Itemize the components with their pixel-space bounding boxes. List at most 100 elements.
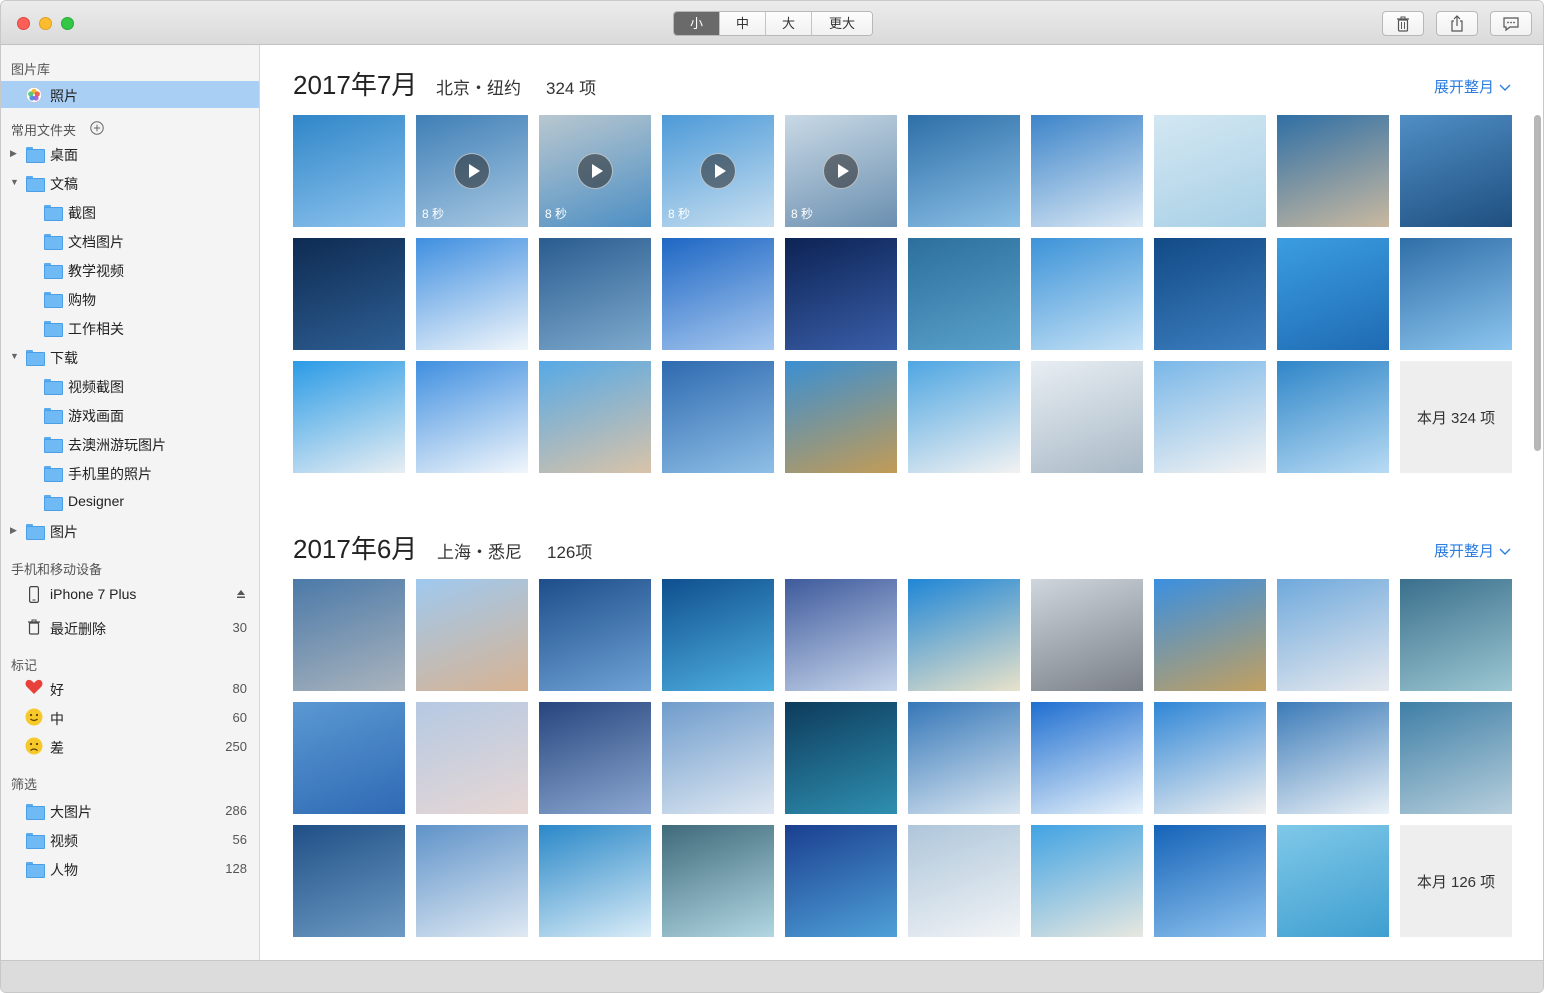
minimize-window-button[interactable]: [39, 17, 52, 30]
sidebar-tag-item[interactable]: 好 80: [1, 675, 259, 702]
share-button[interactable]: [1436, 11, 1478, 36]
photo-thumbnail[interactable]: [539, 702, 651, 814]
photo-thumbnail[interactable]: [662, 825, 774, 937]
play-icon[interactable]: [823, 153, 859, 189]
add-folder-icon[interactable]: [90, 121, 104, 135]
photo-thumbnail[interactable]: [293, 825, 405, 937]
photo-thumbnail[interactable]: [1031, 825, 1143, 937]
photo-thumbnail[interactable]: [1400, 579, 1512, 691]
disclosure-closed-icon[interactable]: ▶: [10, 148, 17, 159]
photo-thumbnail[interactable]: [1031, 361, 1143, 473]
play-icon[interactable]: [454, 153, 490, 189]
expand-month-link[interactable]: 展开整月: [1434, 540, 1511, 561]
size-medium-button[interactable]: 中: [720, 12, 766, 35]
sidebar-folder-item[interactable]: 工作相关: [1, 314, 259, 341]
photo-thumbnail[interactable]: [416, 825, 528, 937]
photo-thumbnail[interactable]: [1400, 115, 1512, 227]
disclosure-closed-icon[interactable]: ▶: [10, 525, 17, 536]
photo-thumbnail[interactable]: [293, 702, 405, 814]
month-more-tile[interactable]: 本月 126 项: [1400, 825, 1512, 937]
photo-thumbnail[interactable]: [908, 238, 1020, 350]
photo-thumbnail[interactable]: [1154, 238, 1266, 350]
photo-thumbnail[interactable]: [1277, 702, 1389, 814]
photo-thumbnail[interactable]: [539, 825, 651, 937]
feedback-button[interactable]: [1490, 11, 1532, 36]
photo-thumbnail[interactable]: [539, 361, 651, 473]
vertical-scrollbar[interactable]: [1534, 115, 1541, 451]
photo-thumbnail[interactable]: [416, 702, 528, 814]
video-thumbnail[interactable]: 8 秒: [662, 115, 774, 227]
photo-thumbnail[interactable]: [539, 579, 651, 691]
sidebar-item-photos[interactable]: 照片: [1, 81, 259, 108]
sidebar-folder-item[interactable]: 游戏画面: [1, 401, 259, 428]
photo-thumbnail[interactable]: [416, 238, 528, 350]
eject-icon[interactable]: [236, 589, 246, 599]
photo-thumbnail[interactable]: [785, 702, 897, 814]
photo-thumbnail[interactable]: [1031, 238, 1143, 350]
photo-thumbnail[interactable]: [1277, 579, 1389, 691]
sidebar-filter-item[interactable]: 人物 128: [1, 855, 259, 882]
video-thumbnail[interactable]: 8 秒: [785, 115, 897, 227]
photo-thumbnail[interactable]: [1031, 115, 1143, 227]
photo-thumbnail[interactable]: [662, 702, 774, 814]
sidebar-folder-item[interactable]: ▶ 图片: [1, 517, 259, 544]
sidebar-item-iphone[interactable]: iPhone 7 Plus: [1, 581, 259, 608]
photo-thumbnail[interactable]: [785, 579, 897, 691]
photo-thumbnail[interactable]: [293, 115, 405, 227]
zoom-window-button[interactable]: [61, 17, 74, 30]
photo-thumbnail[interactable]: [1154, 115, 1266, 227]
photo-thumbnail[interactable]: [662, 579, 774, 691]
photo-thumbnail[interactable]: [1154, 579, 1266, 691]
video-thumbnail[interactable]: 8 秒: [539, 115, 651, 227]
photo-thumbnail[interactable]: [908, 579, 1020, 691]
video-thumbnail[interactable]: 8 秒: [416, 115, 528, 227]
photo-thumbnail[interactable]: [1400, 702, 1512, 814]
size-large-button[interactable]: 大: [766, 12, 812, 35]
photo-thumbnail[interactable]: [662, 361, 774, 473]
delete-button[interactable]: [1382, 11, 1424, 36]
sidebar-tag-item[interactable]: 差 250: [1, 733, 259, 760]
sidebar-folder-item[interactable]: 手机里的照片: [1, 459, 259, 486]
photo-thumbnail[interactable]: [416, 579, 528, 691]
sidebar-filter-item[interactable]: 视频 56: [1, 826, 259, 853]
photo-thumbnail[interactable]: [662, 238, 774, 350]
sidebar-folder-item[interactable]: 截图: [1, 198, 259, 225]
size-xlarge-button[interactable]: 更大: [812, 12, 872, 35]
sidebar-folder-item[interactable]: 视频截图: [1, 372, 259, 399]
photo-thumbnail[interactable]: [1031, 579, 1143, 691]
photo-thumbnail[interactable]: [1154, 702, 1266, 814]
photo-thumbnail[interactable]: [293, 238, 405, 350]
photo-thumbnail[interactable]: [908, 702, 1020, 814]
sidebar-folder-item[interactable]: ▼ 下载: [1, 343, 259, 370]
photo-thumbnail[interactable]: [1277, 238, 1389, 350]
photo-thumbnail[interactable]: [908, 825, 1020, 937]
photo-thumbnail[interactable]: [1031, 702, 1143, 814]
play-icon[interactable]: [700, 153, 736, 189]
photo-thumbnail[interactable]: [908, 361, 1020, 473]
photo-thumbnail[interactable]: [416, 361, 528, 473]
photo-thumbnail[interactable]: [293, 579, 405, 691]
play-icon[interactable]: [577, 153, 613, 189]
photo-thumbnail[interactable]: [785, 825, 897, 937]
photo-thumbnail[interactable]: [1277, 825, 1389, 937]
photo-thumbnail[interactable]: [293, 361, 405, 473]
photo-thumbnail[interactable]: [1277, 361, 1389, 473]
sidebar-filter-item[interactable]: 大图片 286: [1, 797, 259, 824]
sidebar-folder-item[interactable]: Designer: [1, 488, 259, 515]
sidebar-tag-item[interactable]: 中 60: [1, 704, 259, 731]
sidebar-item-recently-deleted[interactable]: 最近删除 30: [1, 614, 259, 641]
sidebar-folder-item[interactable]: 去澳洲游玩图片: [1, 430, 259, 457]
photo-thumbnail[interactable]: [1154, 825, 1266, 937]
photo-thumbnail[interactable]: [539, 238, 651, 350]
photo-thumbnail[interactable]: [1154, 361, 1266, 473]
photo-thumbnail[interactable]: [1400, 238, 1512, 350]
month-more-tile[interactable]: 本月 324 项: [1400, 361, 1512, 473]
disclosure-open-icon[interactable]: ▼: [10, 351, 19, 361]
photo-thumbnail[interactable]: [785, 238, 897, 350]
sidebar-folder-item[interactable]: ▶ 桌面: [1, 140, 259, 167]
expand-month-link[interactable]: 展开整月: [1434, 76, 1511, 97]
sidebar-folder-item[interactable]: 文档图片: [1, 227, 259, 254]
sidebar-folder-item[interactable]: 教学视频: [1, 256, 259, 283]
size-small-button[interactable]: 小: [674, 12, 720, 35]
photo-thumbnail[interactable]: [908, 115, 1020, 227]
